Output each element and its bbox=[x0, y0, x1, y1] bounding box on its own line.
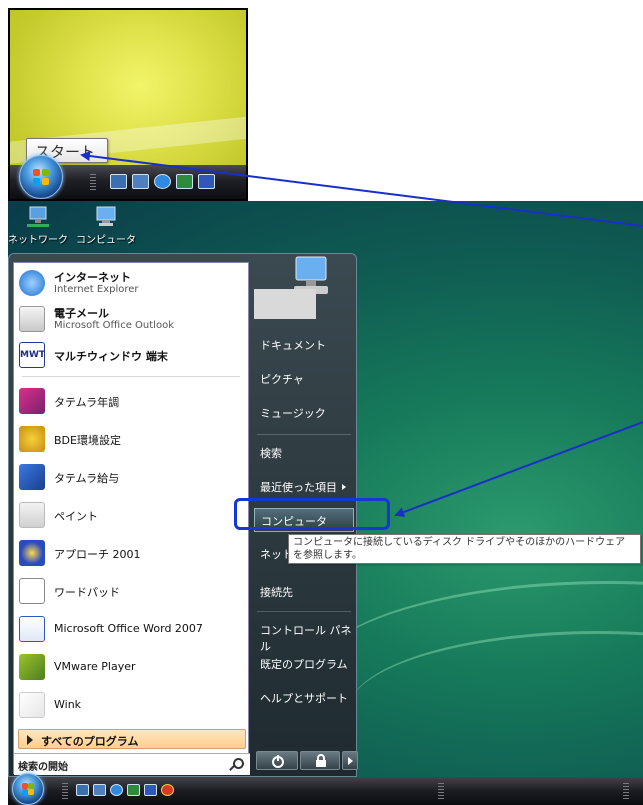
program-label: BDE環境設定 bbox=[54, 434, 121, 447]
menu-recent-items[interactable]: 最近使った項目 bbox=[254, 475, 354, 499]
program-title: 電子メール bbox=[54, 307, 109, 320]
program-label: VMware Player bbox=[54, 660, 136, 673]
program-tatemura-kyuyo[interactable]: タテムラ給与 bbox=[14, 459, 250, 495]
menu-pictures[interactable]: ピクチャ bbox=[254, 367, 354, 391]
program-label: ワードパッド bbox=[54, 586, 120, 599]
menu-separator bbox=[22, 376, 240, 377]
program-vmware-player[interactable]: VMware Player bbox=[14, 649, 250, 685]
wink-icon bbox=[19, 692, 45, 718]
taskbar-grip[interactable] bbox=[90, 174, 96, 190]
switch-windows-icon[interactable] bbox=[132, 174, 149, 189]
menu-music[interactable]: ミュージック bbox=[254, 401, 354, 425]
word-icon[interactable] bbox=[198, 174, 215, 189]
program-label: Wink bbox=[54, 698, 82, 711]
tooltip-line: を参照します。 bbox=[293, 550, 362, 561]
lock-icon bbox=[316, 754, 326, 767]
program-label: タテムラ給与 bbox=[54, 472, 120, 485]
chevron-right-icon bbox=[342, 484, 346, 490]
internet-explorer-icon bbox=[19, 270, 45, 296]
program-label: アプローチ 2001 bbox=[54, 548, 141, 561]
computer-tooltip: コンピュータに接続しているディスク ドライブやそのほかのハードウェア を参照しま… bbox=[288, 534, 641, 564]
power-controls bbox=[256, 751, 358, 771]
power-icon bbox=[272, 755, 284, 768]
start-orb[interactable] bbox=[19, 155, 63, 199]
internet-explorer-icon[interactable] bbox=[110, 784, 123, 796]
approach-icon bbox=[19, 540, 45, 566]
taskbar bbox=[8, 773, 643, 805]
network-icon bbox=[25, 205, 51, 229]
start-menu-programs-pane: インターネット Internet Explorer 電子メール Microsof… bbox=[13, 262, 250, 775]
menu-separator bbox=[257, 434, 351, 435]
inset-taskbar bbox=[10, 155, 246, 199]
taskbar-grip[interactable] bbox=[438, 783, 444, 799]
program-subtitle: Microsoft Office Outlook bbox=[54, 320, 174, 331]
desktop-icon-computer[interactable]: コンピュータ bbox=[74, 205, 138, 246]
show-desktop-icon[interactable] bbox=[110, 174, 127, 189]
start-button-inset: スタート bbox=[8, 8, 248, 201]
windows-flag-icon bbox=[22, 783, 34, 795]
start-orb[interactable] bbox=[12, 773, 44, 805]
arrow-right-icon bbox=[27, 735, 33, 745]
tam-icon bbox=[19, 388, 45, 414]
menu-help-support[interactable]: ヘルプとサポート bbox=[254, 686, 354, 710]
all-programs-label: すべてのプログラム bbox=[41, 735, 139, 748]
search-icon bbox=[233, 758, 244, 769]
program-subtitle: Internet Explorer bbox=[54, 284, 139, 295]
program-wink[interactable]: Wink bbox=[14, 687, 250, 723]
program-internet[interactable]: インターネット Internet Explorer bbox=[14, 265, 250, 301]
wordpad-icon bbox=[19, 578, 45, 604]
app-icon[interactable] bbox=[161, 784, 174, 796]
excel-icon[interactable] bbox=[176, 174, 193, 189]
program-label: ペイント bbox=[54, 510, 98, 523]
taskbar-grip[interactable] bbox=[62, 783, 68, 799]
start-search-input[interactable]: 検索の開始 bbox=[14, 753, 250, 775]
user-name-redacted bbox=[254, 289, 316, 319]
recent-items-label: 最近使った項目 bbox=[260, 481, 337, 494]
program-title: インターネット bbox=[54, 271, 131, 284]
internet-explorer-icon[interactable] bbox=[154, 174, 171, 189]
bde-gear-icon bbox=[19, 426, 45, 452]
computer-highlight-box bbox=[234, 498, 390, 530]
arrow-right-icon bbox=[348, 757, 353, 765]
program-bde-settings[interactable]: BDE環境設定 bbox=[14, 421, 250, 457]
program-multiwindow-terminal[interactable]: MWT マルチウィンドウ 端末 bbox=[14, 337, 250, 373]
program-label: Microsoft Office Word 2007 bbox=[54, 622, 203, 635]
program-email[interactable]: 電子メール Microsoft Office Outlook bbox=[14, 301, 250, 337]
menu-separator bbox=[257, 611, 351, 612]
lock-button[interactable] bbox=[300, 751, 340, 770]
computer-icon bbox=[93, 205, 119, 229]
menu-search[interactable]: 検索 bbox=[254, 441, 354, 465]
search-placeholder: 検索の開始 bbox=[18, 762, 68, 773]
word-icon[interactable] bbox=[144, 784, 157, 796]
paint-brush-icon bbox=[19, 502, 45, 528]
vmware-icon bbox=[19, 654, 45, 680]
desktop-icon-label: コンピュータ bbox=[76, 235, 136, 246]
desktop-icon-network[interactable]: ネットワーク bbox=[8, 205, 70, 246]
program-approach-2001[interactable]: アプローチ 2001 bbox=[14, 535, 250, 571]
switch-windows-icon[interactable] bbox=[93, 784, 106, 796]
program-wordpad[interactable]: ワードパッド bbox=[14, 573, 250, 609]
email-envelope-icon bbox=[19, 306, 45, 332]
windows-flag-icon bbox=[32, 168, 50, 186]
shutdown-options-button[interactable] bbox=[342, 751, 358, 770]
taskbar-grip[interactable] bbox=[623, 783, 629, 799]
excel-icon[interactable] bbox=[127, 784, 140, 796]
mwt-icon: MWT bbox=[19, 342, 45, 368]
desktop-icon-label: ネットワーク bbox=[8, 235, 68, 246]
program-paint[interactable]: ペイント bbox=[14, 497, 250, 533]
program-tatemura-nencho[interactable]: タテムラ年調 bbox=[14, 383, 250, 419]
menu-connect-to[interactable]: 接続先 bbox=[254, 580, 354, 604]
program-title: マルチウィンドウ 端末 bbox=[54, 350, 168, 363]
menu-default-programs[interactable]: 既定のプログラム bbox=[254, 652, 354, 676]
program-label: タテムラ年調 bbox=[54, 396, 120, 409]
menu-control-panel[interactable]: コントロール パネル bbox=[254, 618, 354, 653]
all-programs-button[interactable]: すべてのプログラム bbox=[18, 729, 246, 749]
word-icon bbox=[19, 616, 45, 642]
menu-documents[interactable]: ドキュメント bbox=[254, 333, 354, 357]
power-button[interactable] bbox=[256, 751, 298, 770]
tooltip-line: コンピュータに接続しているディスク ドライブやそのほかのハードウェア bbox=[293, 537, 626, 548]
program-word-2007[interactable]: Microsoft Office Word 2007 bbox=[14, 611, 250, 647]
tam-icon bbox=[19, 464, 45, 490]
show-desktop-icon[interactable] bbox=[76, 784, 89, 796]
